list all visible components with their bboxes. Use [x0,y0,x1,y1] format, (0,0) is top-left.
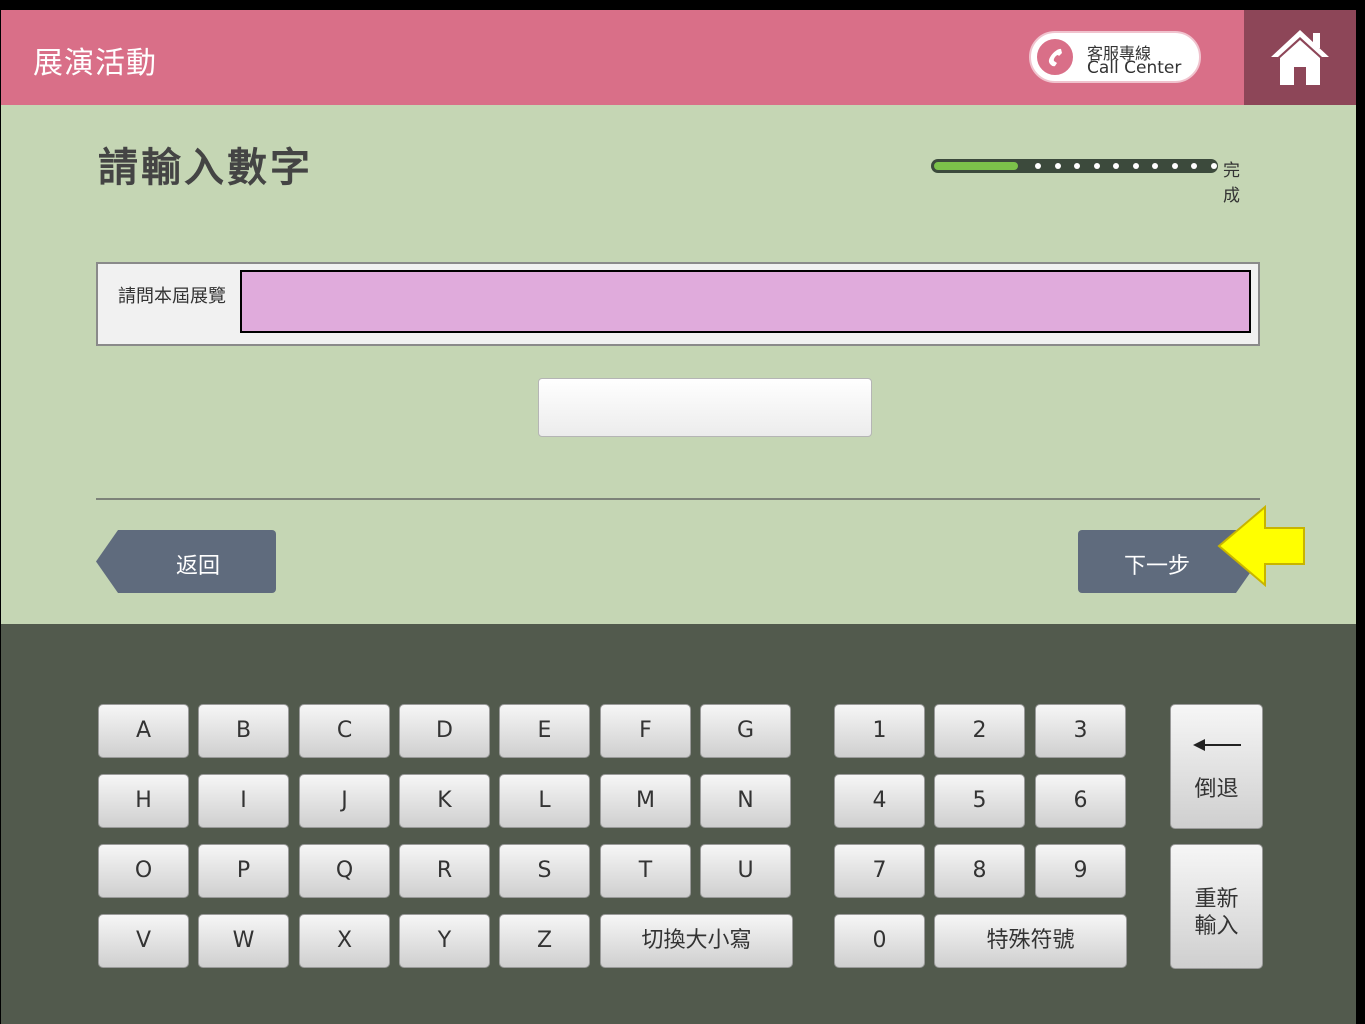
key-2[interactable]: 2 [934,704,1025,758]
key-t[interactable]: T [600,844,691,898]
key-u[interactable]: U [700,844,791,898]
content-area: 請輸入數字 完成 請問本屆展覽 返回 下一步 [1,105,1356,624]
key-s[interactable]: S [499,844,590,898]
key-9[interactable]: 9 [1035,844,1126,898]
key-n[interactable]: N [700,774,791,828]
key-c[interactable]: C [299,704,390,758]
page-title: 請輸入數字 [98,145,313,191]
back-button[interactable]: 返回 [96,530,276,593]
key-a[interactable]: A [98,704,189,758]
pointer-arrow-icon [1217,505,1305,587]
key-h[interactable]: H [98,774,189,828]
key-i[interactable]: I [198,774,289,828]
key-y[interactable]: Y [399,914,490,968]
progress-dot [1172,163,1178,169]
key-3[interactable]: 3 [1035,704,1126,758]
key-m[interactable]: M [600,774,691,828]
key-7[interactable]: 7 [834,844,925,898]
progress-dot [1152,163,1158,169]
key-k[interactable]: K [399,774,490,828]
key-1[interactable]: 1 [834,704,925,758]
backspace-label: 倒退 [1194,777,1239,802]
answer-input[interactable] [538,378,872,437]
progress-dot [1133,163,1139,169]
next-button-label: 下一步 [1124,554,1191,579]
redaction-overlay [240,270,1251,333]
key-p[interactable]: P [198,844,289,898]
key-j[interactable]: J [299,774,390,828]
key-6[interactable]: 6 [1035,774,1126,828]
progress-dot [1211,163,1217,169]
key-r[interactable]: R [399,844,490,898]
kiosk-screen: 展演活動 客服專線 Call Center 請輸入數字 完成 請問本屆展覽 返回… [1,10,1356,1024]
key-w[interactable]: W [198,914,289,968]
home-icon [1271,30,1329,85]
key-q[interactable]: Q [299,844,390,898]
home-button[interactable] [1244,10,1356,105]
reset-label-line2: 輸入 [1194,914,1239,939]
key-o[interactable]: O [98,844,189,898]
app-title: 展演活動 [33,46,157,81]
key-z[interactable]: Z [499,914,590,968]
progress-dot [1035,163,1041,169]
question-text: 請問本屆展覽 [118,286,226,307]
case-toggle-key[interactable]: 切換大小寫 [600,914,793,968]
key-v[interactable]: V [98,914,189,968]
key-x[interactable]: X [299,914,390,968]
divider [96,498,1260,500]
key-0[interactable]: 0 [834,914,925,968]
progress-label: 完成 [1223,161,1240,206]
progress-dot [1094,163,1100,169]
call-center-button[interactable]: 客服專線 Call Center [1029,31,1201,83]
key-5[interactable]: 5 [934,774,1025,828]
key-g[interactable]: G [700,704,791,758]
left-arrow-icon [1193,739,1241,751]
key-f[interactable]: F [600,704,691,758]
key-4[interactable]: 4 [834,774,925,828]
key-8[interactable]: 8 [934,844,1025,898]
progress-dot [1191,163,1197,169]
back-button-label: 返回 [176,554,221,579]
key-d[interactable]: D [399,704,490,758]
progress-dot [1113,163,1119,169]
backspace-key[interactable]: 倒退 [1170,704,1263,829]
call-center-label-en: Call Center [1087,58,1182,78]
reset-input-key[interactable]: 重新 輸入 [1170,844,1263,969]
header-bar: 展演活動 客服專線 Call Center [1,10,1356,105]
phone-icon [1035,37,1075,77]
progress-dot [1055,163,1061,169]
onscreen-keyboard: A B C D E F G H I J K L M N O P Q R S T U V W X Y Z 切換大小寫 1 2 3 4 5 6 7 8 9… [1,624,1356,1024]
key-b[interactable]: B [198,704,289,758]
progress-dot [1074,163,1080,169]
question-box: 請問本屆展覽 [96,262,1260,346]
progress-track [931,159,1218,173]
progress-fill [934,162,1018,170]
key-e[interactable]: E [499,704,590,758]
key-l[interactable]: L [499,774,590,828]
special-symbols-key[interactable]: 特殊符號 [934,914,1127,968]
